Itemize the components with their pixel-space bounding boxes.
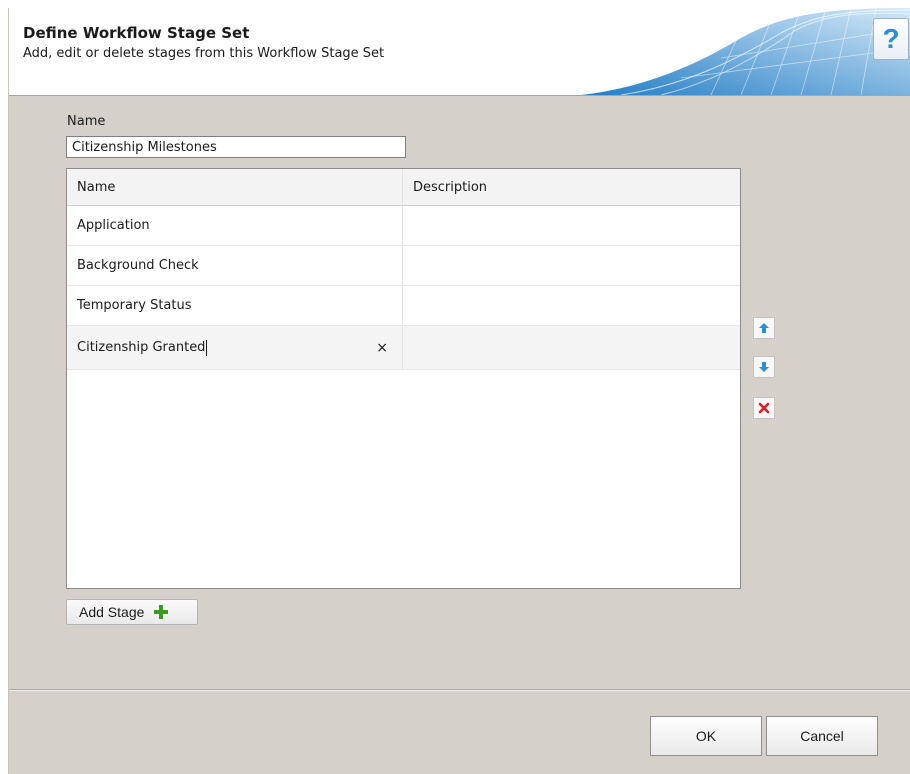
add-stage-button[interactable]: Add Stage <box>66 599 198 625</box>
ok-button[interactable]: OK <box>650 716 762 756</box>
stage-name-cell[interactable]: Application <box>67 206 403 245</box>
header-decorative-art <box>581 8 910 95</box>
table-row-editing[interactable]: Citizenship Granted × <box>67 326 740 370</box>
column-header-name[interactable]: Name <box>67 169 403 205</box>
stage-name-edit-cell[interactable]: Citizenship Granted × <box>67 326 403 369</box>
stage-set-name-input[interactable] <box>66 136 406 158</box>
stage-description-cell[interactable] <box>403 286 740 325</box>
add-stage-label: Add Stage <box>79 604 145 620</box>
dialog-title: Define Workflow Stage Set <box>23 24 250 42</box>
red-x-icon <box>758 402 770 414</box>
stage-name-edit-text[interactable]: Citizenship Granted <box>77 340 205 355</box>
cancel-button[interactable]: Cancel <box>766 716 878 756</box>
arrow-up-icon <box>759 323 769 333</box>
text-caret <box>206 339 208 356</box>
stages-grid: Name Description Application Background … <box>66 168 741 589</box>
stage-description-cell[interactable] <box>403 326 740 369</box>
stage-name-cell[interactable]: Temporary Status <box>67 286 403 325</box>
dialog-subtitle: Add, edit or delete stages from this Wor… <box>23 46 385 61</box>
dialog-header: Define Workflow Stage Set Add, edit or d… <box>9 8 910 96</box>
name-label: Name <box>67 114 106 129</box>
stage-name-cell[interactable]: Background Check <box>67 246 403 285</box>
grid-header-row: Name Description <box>67 169 740 206</box>
stage-description-cell[interactable] <box>403 246 740 285</box>
move-down-button[interactable] <box>753 356 775 378</box>
clear-text-button[interactable]: × <box>376 340 388 356</box>
table-row[interactable]: Temporary Status <box>67 286 740 326</box>
column-header-description[interactable]: Description <box>403 169 740 205</box>
move-up-button[interactable] <box>753 317 775 339</box>
plus-icon <box>154 605 169 619</box>
delete-stage-button[interactable] <box>753 397 775 419</box>
stage-description-cell[interactable] <box>403 206 740 245</box>
table-row[interactable]: Background Check <box>67 246 740 286</box>
workflow-stage-set-dialog: Define Workflow Stage Set Add, edit or d… <box>8 8 910 774</box>
table-row[interactable]: Application <box>67 206 740 246</box>
footer-divider <box>9 689 910 691</box>
help-button[interactable]: ? <box>873 18 909 60</box>
arrow-down-icon <box>759 362 769 372</box>
